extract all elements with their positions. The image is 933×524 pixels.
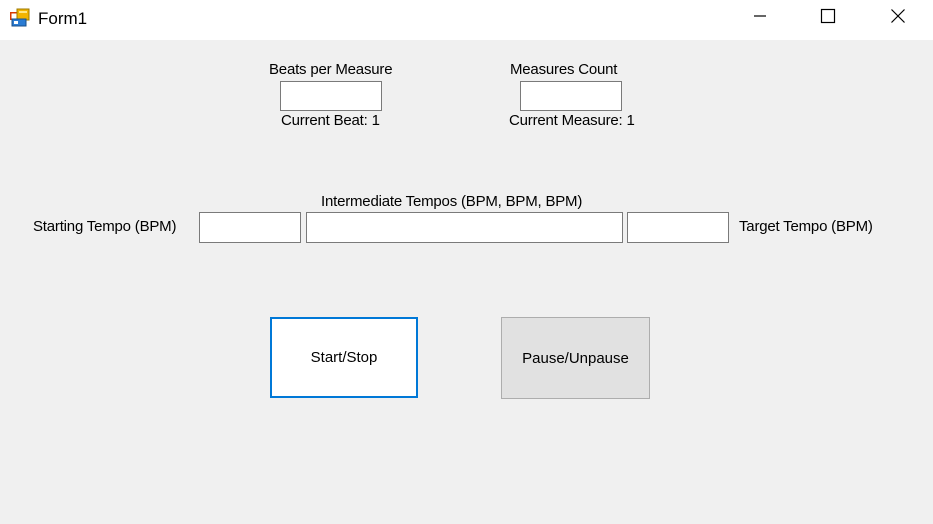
maximize-button[interactable]	[805, 0, 851, 36]
target-tempo-label: Target Tempo (BPM)	[739, 218, 873, 235]
beats-per-measure-input[interactable]	[280, 81, 382, 111]
window-title: Form1	[38, 9, 88, 28]
pause-unpause-button[interactable]: Pause/Unpause	[501, 317, 650, 399]
close-icon	[890, 8, 906, 29]
title-bar[interactable]: Form1	[0, 0, 933, 40]
starting-tempo-input[interactable]	[199, 212, 301, 243]
start-stop-button-label: Start/Stop	[310, 349, 378, 366]
beats-per-measure-label: Beats per Measure	[269, 61, 393, 78]
start-stop-button[interactable]: Start/Stop	[270, 317, 418, 398]
form-window: Form1 Beats per Measure Current Beat: 1 …	[0, 0, 933, 524]
close-button[interactable]	[875, 0, 921, 36]
current-beat-label: Current Beat: 1	[281, 112, 380, 129]
target-tempo-input[interactable]	[627, 212, 729, 243]
minimize-button[interactable]	[737, 0, 783, 36]
maximize-icon	[820, 8, 836, 29]
minimize-icon	[752, 8, 768, 29]
starting-tempo-label: Starting Tempo (BPM)	[33, 218, 177, 235]
measures-count-input[interactable]	[520, 81, 622, 111]
current-measure-label: Current Measure: 1	[509, 112, 635, 129]
intermediate-tempos-label: Intermediate Tempos (BPM, BPM, BPM)	[321, 193, 583, 210]
form-app-icon	[10, 8, 32, 28]
measures-count-label: Measures Count	[510, 61, 618, 78]
pause-unpause-button-label: Pause/Unpause	[522, 349, 629, 367]
intermediate-tempos-input[interactable]	[306, 212, 623, 243]
